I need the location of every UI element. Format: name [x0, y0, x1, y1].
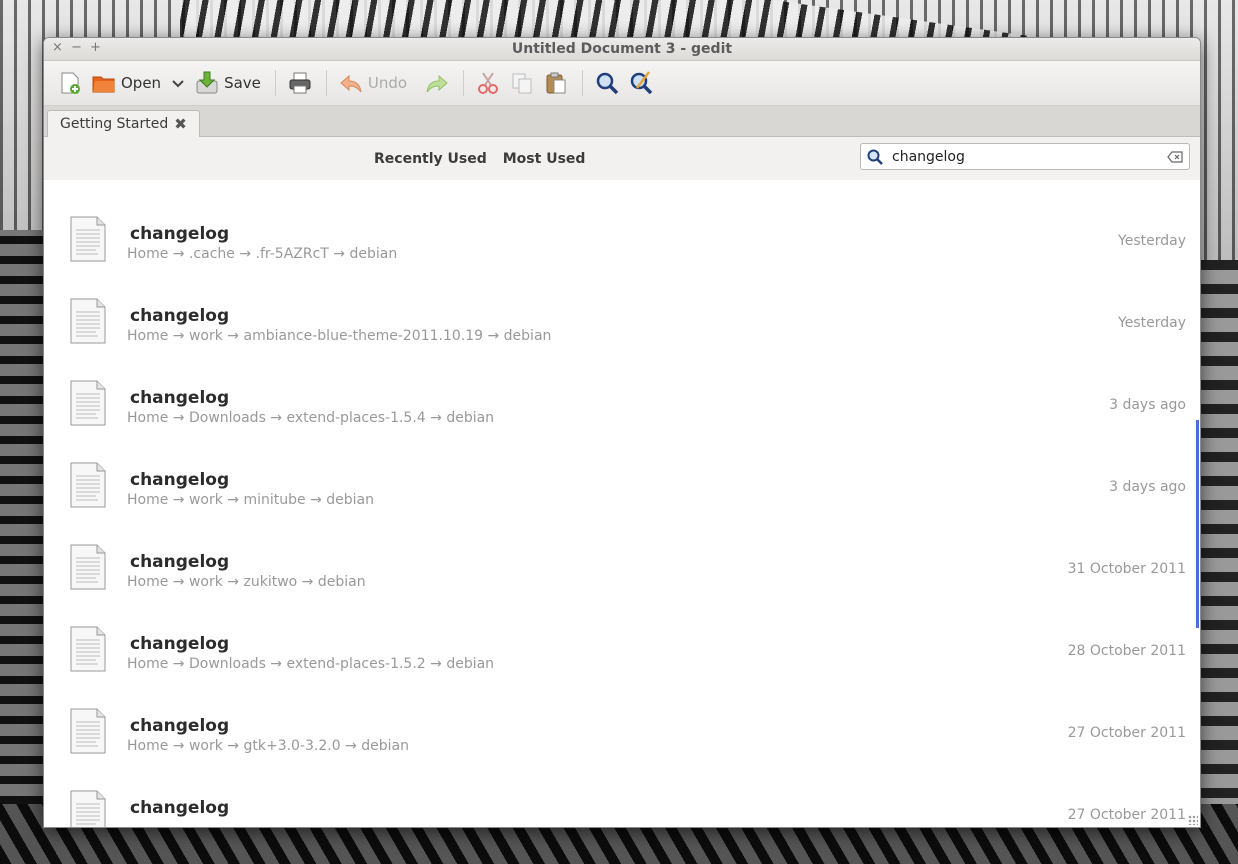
- result-name: changelog: [130, 716, 230, 736]
- result-date: 27 October 2011: [1067, 725, 1186, 741]
- result-date: Yesterday: [1118, 315, 1186, 331]
- cut-button[interactable]: [472, 66, 504, 100]
- result-path: Home → work → ambiance-blue-theme-2011.1…: [127, 328, 552, 344]
- result-name: changelog: [130, 224, 230, 244]
- paste-button[interactable]: [540, 66, 572, 100]
- toolbar-separator: [582, 70, 584, 96]
- scissors-icon: [478, 72, 499, 94]
- tab-getting-started[interactable]: Getting Started ✖: [47, 110, 200, 137]
- text-file-icon: [70, 380, 106, 426]
- save-label: Save: [224, 74, 261, 92]
- tab-label: Getting Started: [60, 116, 169, 132]
- undo-button[interactable]: Undo: [335, 66, 411, 100]
- printer-icon: [289, 72, 311, 94]
- result-name: changelog: [130, 306, 230, 326]
- result-row[interactable]: changelog Home → work → minitube → debian…: [44, 450, 1200, 532]
- result-row[interactable]: changelog Home → work → zukitwo → debian 3…: [44, 532, 1200, 614]
- search-icon: [867, 149, 883, 165]
- text-file-icon: [70, 216, 106, 262]
- result-name: changelog: [130, 798, 230, 818]
- redo-arrow-icon: [426, 74, 448, 93]
- open-label: Open: [121, 74, 162, 92]
- copy-button[interactable]: [506, 66, 538, 100]
- search-icon: [596, 72, 619, 95]
- text-file-icon: [70, 708, 106, 754]
- open-recent-dropdown[interactable]: [167, 66, 189, 100]
- result-row[interactable]: changelog 27 October 2011: [44, 778, 1200, 827]
- most-used-filter[interactable]: Most Used: [503, 151, 586, 167]
- result-path: Home → .cache → .fr-5AZRcT → debian: [127, 246, 398, 262]
- result-date: 28 October 2011: [1067, 643, 1186, 659]
- toolbar-separator: [463, 70, 465, 96]
- search-value: changelog: [892, 148, 965, 165]
- open-button[interactable]: Open: [88, 66, 165, 100]
- find-button[interactable]: [591, 66, 623, 100]
- tab-bar: Getting Started ✖: [44, 106, 1200, 137]
- result-name: changelog: [130, 552, 230, 572]
- folder-open-icon: [92, 76, 115, 93]
- toolbar: Open Save Undo: [44, 61, 1200, 106]
- new-document-button[interactable]: [54, 66, 86, 100]
- chevron-down-icon: [172, 80, 184, 88]
- result-date: 27 October 2011: [1067, 807, 1186, 823]
- filter-bar: Recently Used Most Used changelog: [44, 137, 1200, 182]
- result-row[interactable]: changelogHome → work → mailnag → debian: [44, 180, 1200, 204]
- scroll-indicator[interactable]: [1196, 420, 1199, 628]
- recently-used-filter[interactable]: Recently Used: [374, 151, 487, 167]
- result-path: Home → Downloads → extend-places-1.5.4 →…: [127, 410, 495, 426]
- result-name: changelog: [130, 470, 230, 490]
- text-file-icon: [70, 626, 106, 672]
- result-path: Home → work → gtk+3.0-3.2.0 → debian: [127, 738, 409, 754]
- result-row[interactable]: changelog Home → .cache → .fr-5AZRcT → de…: [44, 204, 1200, 286]
- save-button[interactable]: Save: [191, 66, 265, 100]
- find-replace-icon: [630, 71, 653, 95]
- text-file-icon: [70, 790, 106, 827]
- clear-search-icon[interactable]: [1167, 150, 1183, 163]
- result-row[interactable]: changelog Home → work → ambiance-blue-the…: [44, 286, 1200, 368]
- results-list: changelogHome → work → mailnag → debianc…: [44, 180, 1200, 827]
- find-replace-button[interactable]: [625, 66, 657, 100]
- undo-label: Undo: [367, 74, 408, 92]
- close-tab-icon[interactable]: ✖: [174, 115, 187, 133]
- result-name: changelog: [130, 388, 230, 408]
- print-button[interactable]: [284, 66, 316, 100]
- result-date: 3 days ago: [1109, 479, 1186, 495]
- result-row[interactable]: changelog Home → Downloads → extend-place…: [44, 614, 1200, 696]
- search-input[interactable]: changelog: [860, 143, 1190, 170]
- result-name: changelog: [130, 634, 230, 654]
- gedit-window: × − + Untitled Document 3 - gedit Open S…: [43, 37, 1201, 828]
- text-file-icon: [70, 298, 106, 344]
- toolbar-separator: [274, 70, 276, 96]
- redo-button[interactable]: [421, 66, 453, 100]
- titlebar[interactable]: × − + Untitled Document 3 - gedit: [44, 38, 1200, 61]
- result-path: Home → work → zukitwo → debian: [127, 574, 366, 590]
- result-date: Yesterday: [1118, 233, 1186, 249]
- undo-arrow-icon: [340, 74, 362, 93]
- text-file-icon: [70, 462, 106, 508]
- resize-grip[interactable]: [1188, 815, 1198, 825]
- save-icon: [196, 71, 218, 94]
- result-path: Home → Downloads → extend-places-1.5.2 →…: [127, 656, 495, 672]
- clipboard-paste-icon: [546, 72, 566, 94]
- window-title: Untitled Document 3 - gedit: [511, 41, 733, 57]
- copy-icon: [512, 73, 532, 94]
- toolbar-separator: [325, 70, 327, 96]
- new-document-icon: [61, 72, 80, 94]
- filter-links: Recently Used Most Used: [374, 151, 585, 167]
- result-row[interactable]: changelog Home → work → gtk+3.0-3.2.0 → d…: [44, 696, 1200, 778]
- result-date: 3 days ago: [1109, 397, 1186, 413]
- result-date: 31 October 2011: [1067, 561, 1186, 577]
- text-file-icon: [70, 544, 106, 590]
- result-path: Home → work → minitube → debian: [127, 492, 374, 508]
- result-row[interactable]: changelog Home → Downloads → extend-place…: [44, 368, 1200, 450]
